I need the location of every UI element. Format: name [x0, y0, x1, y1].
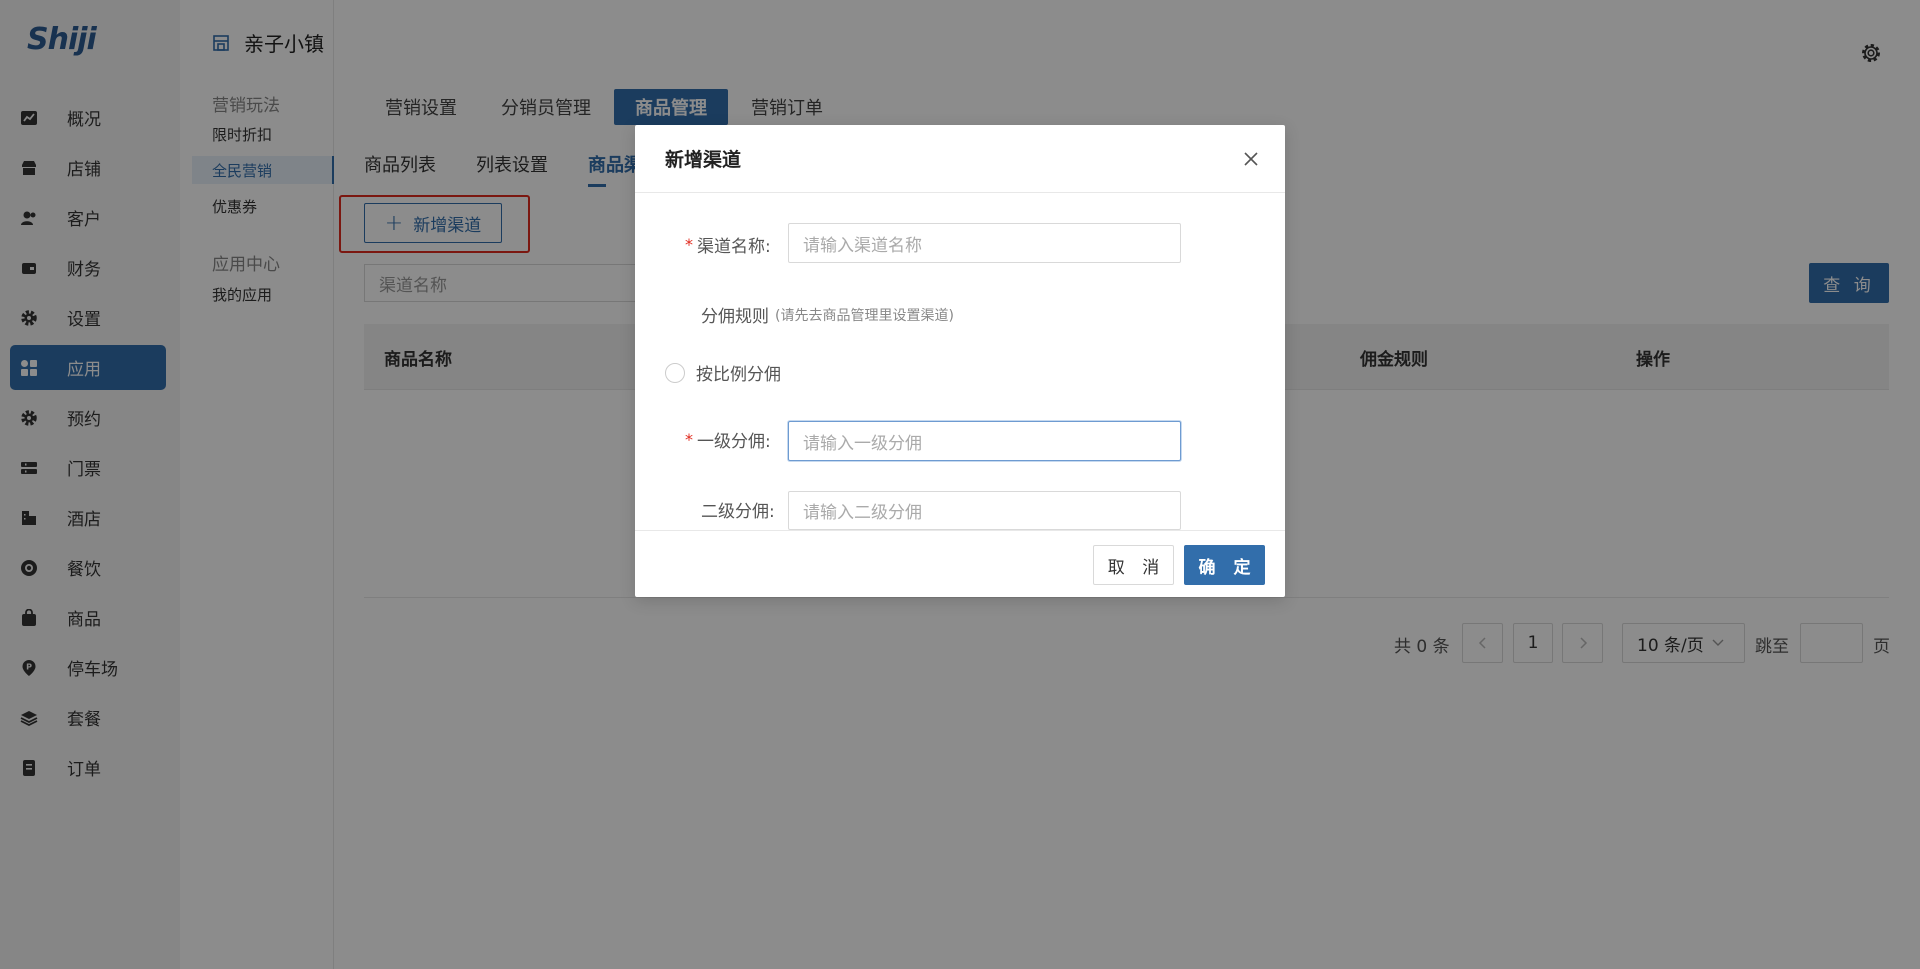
- dialog-header: 新增渠道: [635, 125, 1285, 193]
- add-channel-dialog: 新增渠道 * 渠道名称: 请输入渠道名称 分佣规则 (请先去商品管理里设置渠道)…: [635, 125, 1285, 597]
- confirm-button[interactable]: 确 定: [1184, 545, 1265, 585]
- commission-rule-hint: (请先去商品管理里设置渠道): [775, 307, 954, 324]
- dialog-footer: 取 消 确 定: [635, 530, 1285, 597]
- level1-commission-input[interactable]: 请输入一级分佣: [788, 421, 1181, 461]
- required-marker: *: [685, 235, 693, 254]
- channel-name-input[interactable]: 请输入渠道名称: [788, 223, 1181, 263]
- level1-commission-label-text: 一级分佣:: [697, 432, 771, 452]
- channel-name-label-text: 渠道名称:: [697, 237, 771, 257]
- radio-circle: [665, 362, 685, 383]
- level2-commission-label: 二级分佣:: [701, 502, 775, 522]
- commission-rule-title: 分佣规则 (请先去商品管理里设置渠道): [701, 302, 954, 327]
- proportional-commission-radio[interactable]: 按比例分佣: [665, 360, 781, 385]
- level1-commission-label: * 一级分佣:: [685, 427, 771, 452]
- dialog-title: 新增渠道: [665, 149, 742, 171]
- level2-commission-input[interactable]: 请输入二级分佣: [788, 491, 1181, 530]
- cancel-button[interactable]: 取 消: [1093, 545, 1174, 585]
- radio-label: 按比例分佣: [696, 365, 781, 385]
- close-icon[interactable]: [1240, 148, 1262, 170]
- commission-rule-title-text: 分佣规则: [701, 307, 769, 327]
- channel-name-label: * 渠道名称:: [685, 232, 771, 257]
- required-marker: *: [685, 430, 693, 449]
